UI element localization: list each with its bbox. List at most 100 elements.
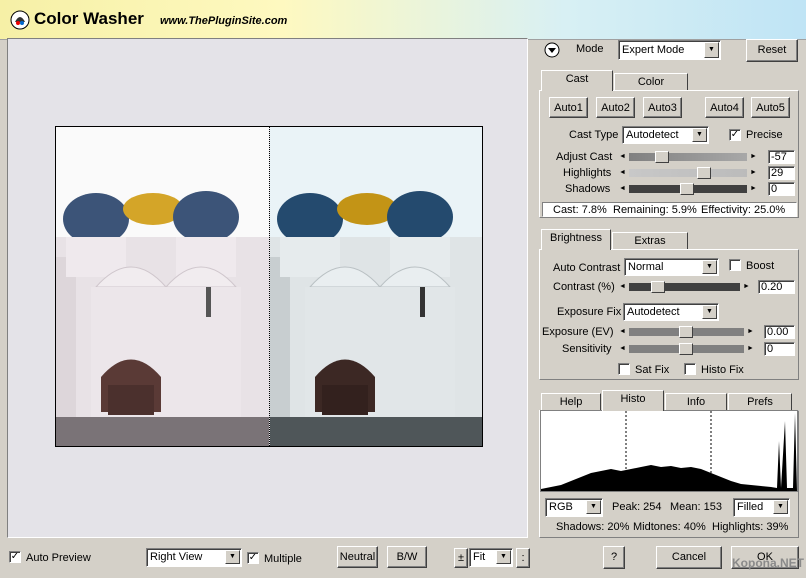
tab-histo[interactable]: Histo xyxy=(602,390,664,411)
tab-prefs[interactable]: Prefs xyxy=(728,393,792,411)
tab-help[interactable]: Help xyxy=(541,393,601,411)
processed-half xyxy=(270,127,482,446)
auto-contrast-value: Normal xyxy=(628,261,664,273)
highlights-label: Highlights xyxy=(563,167,612,179)
preview-image[interactable] xyxy=(55,126,483,447)
sat-fix-checkbox[interactable] xyxy=(618,363,630,375)
left-arrow-icon[interactable]: ◄ xyxy=(617,183,628,195)
right-arrow-icon[interactable]: ► xyxy=(745,343,756,355)
boost-checkbox[interactable] xyxy=(729,259,741,271)
cast-type-value: Autodetect xyxy=(626,129,679,141)
auto2-button[interactable]: Auto2 xyxy=(596,97,635,118)
adjust-cast-value[interactable]: -57 xyxy=(768,150,795,164)
left-arrow-icon[interactable]: ◄ xyxy=(617,326,628,338)
highlights-value[interactable]: 29 xyxy=(768,166,795,180)
adjust-cast-slider[interactable]: ◄ ► xyxy=(617,151,759,163)
histo-fix-checkbox[interactable] xyxy=(684,363,696,375)
auto-contrast-label: Auto Contrast xyxy=(553,262,621,274)
left-arrow-icon[interactable]: ◄ xyxy=(617,281,628,293)
right-arrow-icon[interactable]: ► xyxy=(741,281,752,293)
sensitivity-slider[interactable]: ◄ ► xyxy=(617,343,756,355)
boost-label: Boost xyxy=(746,260,775,272)
auto1-button[interactable]: Auto1 xyxy=(549,97,588,118)
auto-preview-checkbox[interactable]: ✓ xyxy=(9,551,21,563)
left-arrow-icon[interactable]: ◄ xyxy=(617,151,628,163)
chevron-down-icon: ▼ xyxy=(586,500,601,514)
app-logo-icon xyxy=(10,10,30,30)
tab-brightness[interactable]: Brightness xyxy=(541,229,611,250)
mode-value: Expert Mode xyxy=(622,44,685,56)
exposure-fix-select[interactable]: Autodetect ▼ xyxy=(623,303,719,321)
bw-button[interactable]: B/W xyxy=(387,546,427,568)
precise-label: Precise xyxy=(746,129,783,141)
dropdown-toggle-icon[interactable] xyxy=(544,42,560,58)
chevron-down-icon: ▼ xyxy=(773,500,788,514)
split-divider[interactable] xyxy=(269,127,270,446)
auto3-button[interactable]: Auto3 xyxy=(643,97,682,118)
cast-type-label: Cast Type xyxy=(569,129,619,141)
histogram-chart xyxy=(541,411,797,491)
neutral-button[interactable]: Neutral xyxy=(337,546,378,568)
shadows-slider[interactable]: ◄ ► xyxy=(617,183,759,195)
help-button[interactable]: ? xyxy=(603,546,625,569)
exposure-ev-value[interactable]: 0.00 xyxy=(764,325,795,339)
sat-fix-label: Sat Fix xyxy=(635,364,670,376)
auto4-button[interactable]: Auto4 xyxy=(705,97,744,118)
exposure-fix-label: Exposure Fix xyxy=(557,306,622,318)
auto5-button[interactable]: Auto5 xyxy=(751,97,790,118)
right-arrow-icon[interactable]: ► xyxy=(748,151,759,163)
highlights-readout: Highlights: 39% xyxy=(712,521,789,533)
contrast-value[interactable]: 0.20 xyxy=(758,280,795,294)
mode-label: Mode xyxy=(576,43,604,55)
sensitivity-value[interactable]: 0 xyxy=(764,342,795,356)
histo-display-select[interactable]: Filled ▼ xyxy=(733,498,790,517)
watermark: Kopona.NET xyxy=(732,556,804,570)
channel-value: RGB xyxy=(549,501,573,513)
chevron-down-icon: ▼ xyxy=(225,550,240,564)
histo-display-value: Filled xyxy=(737,501,764,513)
tab-extras[interactable]: Extras xyxy=(612,232,688,250)
app-url[interactable]: www.ThePluginSite.com xyxy=(160,15,287,27)
multiple-checkbox[interactable]: ✓ xyxy=(247,552,259,564)
zoom-select[interactable]: Fit ▼ xyxy=(469,548,513,567)
sensitivity-label: Sensitivity xyxy=(562,343,612,355)
left-arrow-icon[interactable]: ◄ xyxy=(617,343,628,355)
right-arrow-icon[interactable]: ► xyxy=(748,183,759,195)
shadows-label: Shadows xyxy=(565,183,611,195)
cast-type-select[interactable]: Autodetect ▼ xyxy=(622,126,709,144)
view-select[interactable]: Right View ▼ xyxy=(146,548,242,567)
cast-percent: Cast: 7.8% xyxy=(553,204,607,216)
shadows-readout: Shadows: 20% xyxy=(556,521,630,533)
channel-select[interactable]: RGB ▼ xyxy=(545,498,603,517)
left-arrow-icon[interactable]: ◄ xyxy=(617,167,628,179)
chevron-down-icon: ▼ xyxy=(702,260,717,274)
exposure-fix-value: Autodetect xyxy=(627,306,680,318)
zoom-value: Fit xyxy=(473,551,486,563)
mode-select[interactable]: Expert Mode ▼ xyxy=(618,40,721,60)
right-arrow-icon[interactable]: ► xyxy=(748,167,759,179)
effectivity-percent: Effectivity: 25.0% xyxy=(701,204,786,216)
histogram xyxy=(540,410,798,492)
auto-contrast-select[interactable]: Normal ▼ xyxy=(624,258,719,276)
exposure-ev-slider[interactable]: ◄ ► xyxy=(617,326,756,338)
cancel-button[interactable]: Cancel xyxy=(656,546,722,569)
contrast-slider[interactable]: ◄ ► xyxy=(617,281,752,293)
adjust-cast-label: Adjust Cast xyxy=(556,151,613,163)
exposure-ev-label: Exposure (EV) xyxy=(542,326,614,338)
highlights-slider[interactable]: ◄ ► xyxy=(617,167,759,179)
precise-checkbox[interactable]: ✓ xyxy=(729,129,741,141)
tab-cast[interactable]: Cast xyxy=(541,70,613,91)
mean-readout: Mean: 153 xyxy=(670,501,722,513)
zoom-toggle-button[interactable]: ± xyxy=(454,548,468,568)
tab-info[interactable]: Info xyxy=(665,393,727,411)
chevron-down-icon: ▼ xyxy=(704,42,719,58)
right-arrow-icon[interactable]: ► xyxy=(745,326,756,338)
zoom-menu-button[interactable]: : xyxy=(516,548,530,568)
peak-readout: Peak: 254 xyxy=(612,501,662,513)
shadows-value[interactable]: 0 xyxy=(768,182,795,196)
tab-color[interactable]: Color xyxy=(614,73,688,91)
chevron-down-icon: ▼ xyxy=(496,550,511,564)
auto-preview-label: Auto Preview xyxy=(26,552,91,564)
reset-button[interactable]: Reset xyxy=(746,39,798,62)
view-value: Right View xyxy=(150,551,203,563)
